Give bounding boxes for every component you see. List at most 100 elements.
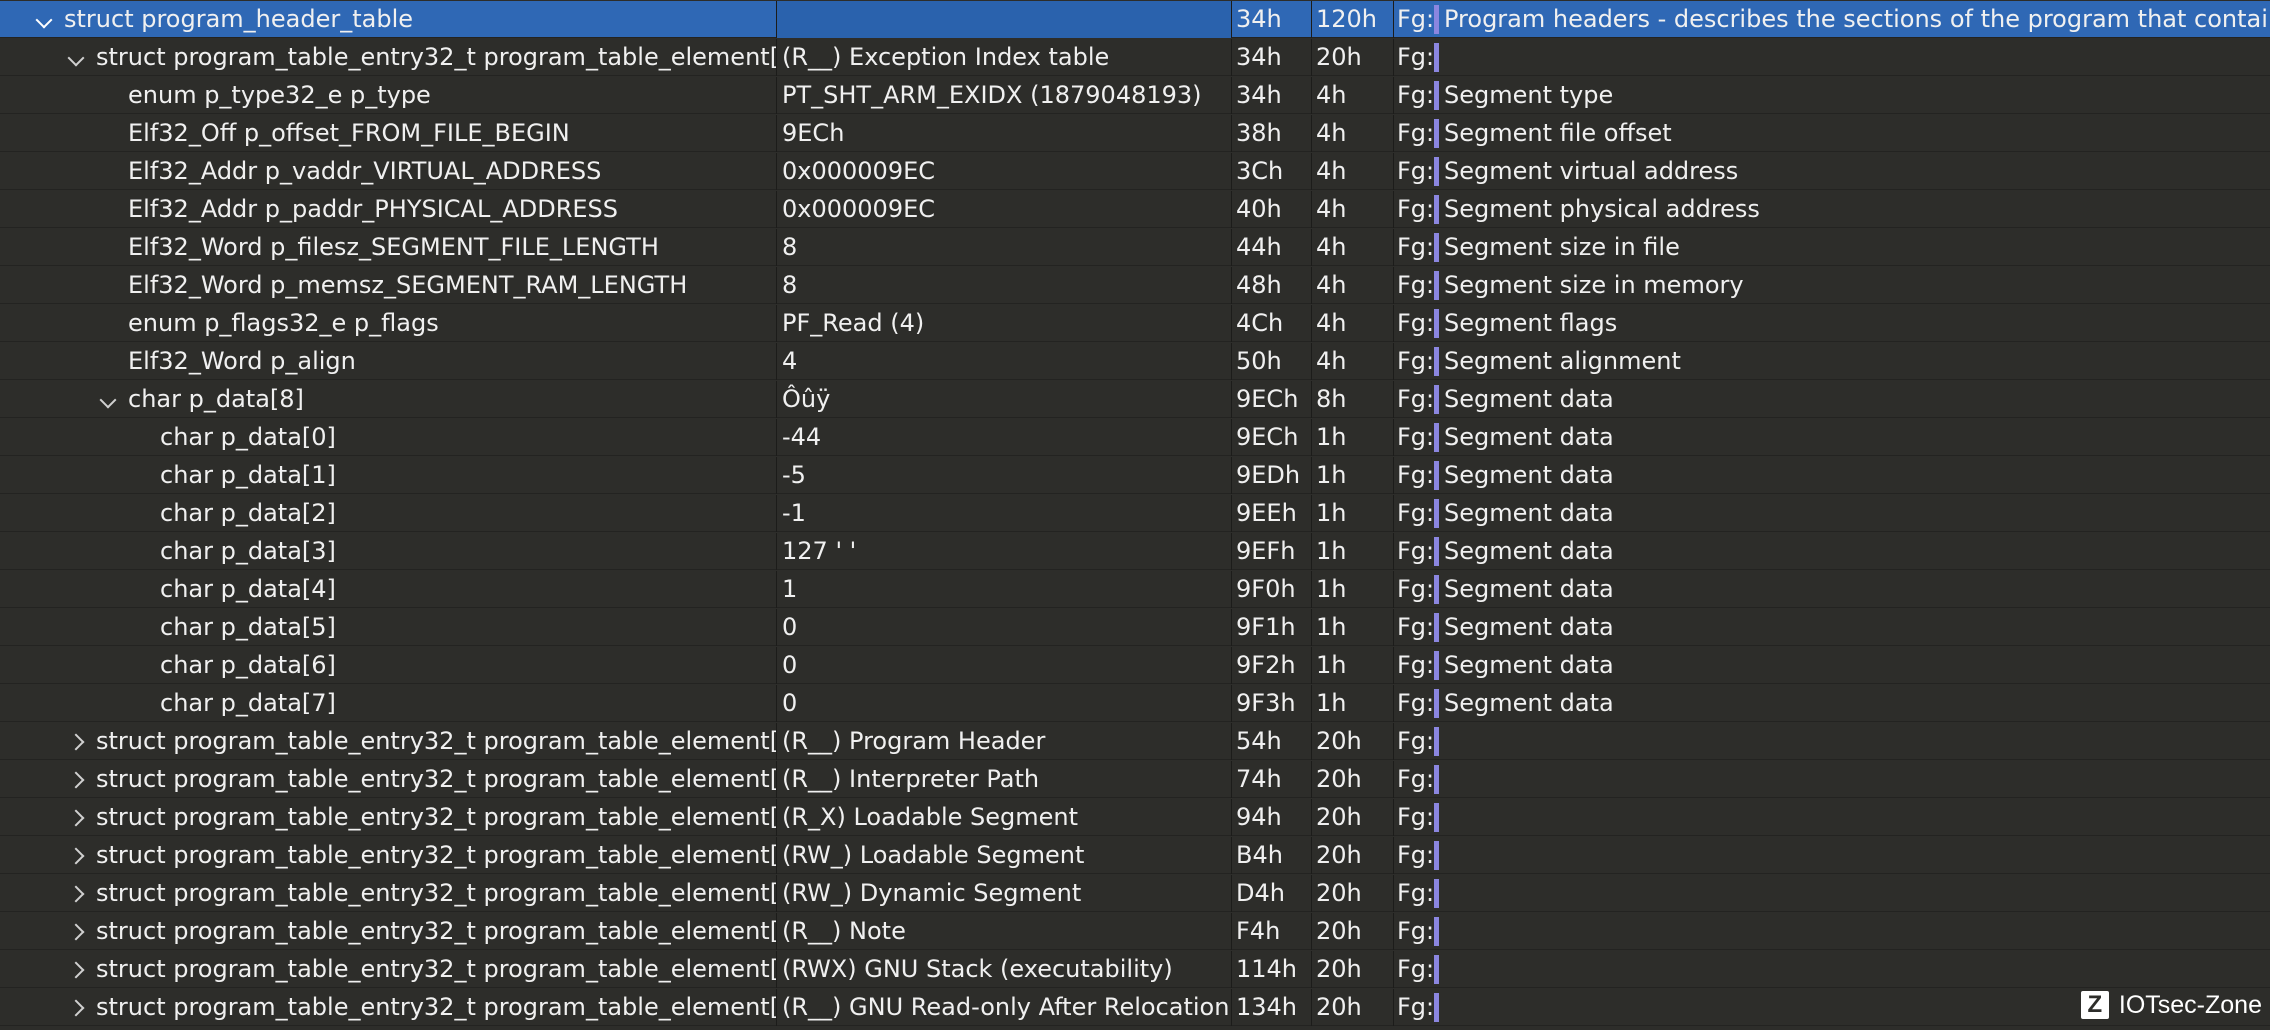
- size-cell: 1h: [1312, 457, 1394, 494]
- table-row[interactable]: struct program_header_table 34h 120h Fg: Pro…: [0, 1, 2270, 38]
- color-cell: Fg:: [1397, 955, 1435, 983]
- table-row[interactable]: enum p_flags32_e p_flags PF_Read (4) 4Ch 4h…: [0, 305, 2270, 342]
- table-row[interactable]: struct program_table_entry32_t program_t…: [0, 913, 2270, 950]
- comment-cell: [1439, 39, 2270, 76]
- table-row[interactable]: struct program_table_entry32_t program_t…: [0, 989, 2270, 1026]
- table-row[interactable]: char p_data[0] -44 9ECh 1h Fg: Segment data: [0, 419, 2270, 456]
- comment-cell: [1439, 761, 2270, 798]
- size-cell: 1h: [1312, 609, 1394, 646]
- collapse-chevron-right-icon[interactable]: [64, 761, 88, 798]
- table-row[interactable]: char p_data[7] 0 9F3h 1h Fg: Segment data: [0, 685, 2270, 722]
- table-row[interactable]: Elf32_Word p_align 4 50h 4h Fg: Segment align…: [0, 343, 2270, 380]
- collapse-chevron-right-icon[interactable]: [64, 951, 88, 988]
- color-cell: Fg:: [1397, 271, 1435, 299]
- comment-cell: Segment size in memory: [1444, 271, 1744, 299]
- table-row[interactable]: struct program_table_entry32_t program_t…: [0, 39, 2270, 76]
- name-cell: struct program_table_entry32_t program_t…: [0, 799, 777, 836]
- table-row[interactable]: Elf32_Word p_memsz_SEGMENT_RAM_LENGTH 8 48…: [0, 267, 2270, 304]
- expand-chevron-down-icon[interactable]: [96, 381, 120, 418]
- size-cell: 4h: [1312, 153, 1394, 190]
- table-row[interactable]: struct program_table_entry32_t program_t…: [0, 837, 2270, 874]
- comment-cell: Segment data: [1444, 651, 1614, 679]
- start-cell: B4h: [1232, 837, 1312, 874]
- color-cell: Fg:: [1397, 347, 1435, 375]
- name-cell: char p_data[6]: [0, 647, 777, 684]
- table-row[interactable]: struct program_table_entry32_t program_t…: [0, 875, 2270, 912]
- color-cell: Fg:: [1397, 119, 1435, 147]
- value-cell: 1: [777, 571, 1232, 608]
- name-cell: char p_data[3]: [0, 533, 777, 570]
- size-cell: 1h: [1312, 571, 1394, 608]
- color-cell: Fg:: [1397, 917, 1435, 945]
- row-name-text: struct program_table_entry32_t program_t…: [96, 727, 777, 755]
- table-row[interactable]: char p_data[4] 1 9F0h 1h Fg: Segment data: [0, 571, 2270, 608]
- watermark: Z IOTsec-Zone: [2080, 988, 2262, 1022]
- table-row[interactable]: Elf32_Addr p_paddr_PHYSICAL_ADDRESS 0x000…: [0, 191, 2270, 228]
- table-row[interactable]: Elf32_Off p_offset_FROM_FILE_BEGIN 9ECh 38…: [0, 115, 2270, 152]
- table-row[interactable]: struct program_table_entry32_t program_t…: [0, 761, 2270, 798]
- collapse-chevron-right-icon[interactable]: [64, 723, 88, 760]
- row-name-text: char p_data[2]: [160, 499, 336, 527]
- comment-cell: Segment data: [1444, 499, 1614, 527]
- name-cell: struct program_table_entry32_t program_t…: [0, 913, 777, 950]
- value-cell: -5: [777, 457, 1232, 494]
- row-name-text: Elf32_Addr p_paddr_PHYSICAL_ADDRESS: [128, 195, 619, 223]
- table-row[interactable]: struct program_table_entry32_t program_t…: [0, 799, 2270, 836]
- table-row[interactable]: char p_data[1] -5 9EDh 1h Fg: Segment data: [0, 457, 2270, 494]
- table-row[interactable]: Elf32_Word p_filesz_SEGMENT_FILE_LENGTH 8…: [0, 229, 2270, 266]
- value-cell: 127 ' ': [777, 533, 1232, 570]
- value-cell: (R__) Interpreter Path: [777, 761, 1232, 798]
- start-cell: 9EEh: [1232, 495, 1312, 532]
- table-row[interactable]: struct program_table_entry32_t program_t…: [0, 723, 2270, 760]
- table-row[interactable]: struct program_table_entry32_t program_t…: [0, 951, 2270, 988]
- name-cell: char p_data[2]: [0, 495, 777, 532]
- start-cell: 94h: [1232, 799, 1312, 836]
- expand-chevron-down-icon[interactable]: [64, 39, 88, 76]
- size-cell: 4h: [1312, 115, 1394, 152]
- table-row[interactable]: char p_data[6] 0 9F2h 1h Fg: Segment data: [0, 647, 2270, 684]
- value-cell: 0: [777, 647, 1232, 684]
- size-cell: 20h: [1312, 39, 1394, 76]
- table-row[interactable]: char p_data[8] Ôûÿ 9ECh 8h Fg: Segment data: [0, 381, 2270, 418]
- value-cell: PF_Read (4): [777, 305, 1232, 342]
- comment-cell: Segment file offset: [1444, 119, 1672, 147]
- expand-chevron-down-icon[interactable]: [32, 1, 56, 38]
- collapse-chevron-right-icon[interactable]: [64, 837, 88, 874]
- row-name-text: Elf32_Off p_offset_FROM_FILE_BEGIN: [128, 119, 570, 147]
- collapse-chevron-right-icon[interactable]: [64, 913, 88, 950]
- name-cell: char p_data[8]: [0, 381, 777, 418]
- name-cell: Elf32_Word p_align: [0, 343, 777, 380]
- comment-cell: Segment data: [1444, 689, 1614, 717]
- value-cell: 8: [777, 229, 1232, 266]
- comment-cell: [1439, 723, 2270, 760]
- collapse-chevron-right-icon[interactable]: [64, 989, 88, 1026]
- row-name-text: struct program_table_entry32_t program_t…: [96, 879, 777, 907]
- comment-cell: Segment alignment: [1444, 347, 1681, 375]
- color-cell: Fg:: [1397, 689, 1435, 717]
- value-cell: 4: [777, 343, 1232, 380]
- table-row[interactable]: char p_data[5] 0 9F1h 1h Fg: Segment data: [0, 609, 2270, 646]
- row-name-text: Elf32_Word p_filesz_SEGMENT_FILE_LENGTH: [128, 233, 659, 261]
- start-cell: D4h: [1232, 875, 1312, 912]
- size-cell: 20h: [1312, 913, 1394, 950]
- table-row[interactable]: enum p_type32_e p_type PT_SHT_ARM_EXIDX (…: [0, 77, 2270, 114]
- row-name-text: struct program_table_entry32_t program_t…: [96, 43, 777, 71]
- start-cell: 48h: [1232, 267, 1312, 304]
- start-cell: 9F1h: [1232, 609, 1312, 646]
- comment-cell: Segment size in file: [1444, 233, 1680, 261]
- table-row[interactable]: char p_data[3] 127 ' ' 9EFh 1h Fg: Segment da…: [0, 533, 2270, 570]
- collapse-chevron-right-icon[interactable]: [64, 799, 88, 836]
- start-cell: F4h: [1232, 913, 1312, 950]
- row-name-text: enum p_type32_e p_type: [128, 81, 431, 109]
- watermark-text: IOTsec-Zone: [2118, 990, 2262, 1019]
- row-name-text: char p_data[6]: [160, 651, 336, 679]
- start-cell: 9F3h: [1232, 685, 1312, 722]
- collapse-chevron-right-icon[interactable]: [64, 875, 88, 912]
- table-row[interactable]: char p_data[2] -1 9EEh 1h Fg: Segment data: [0, 495, 2270, 532]
- name-cell: Elf32_Addr p_paddr_PHYSICAL_ADDRESS: [0, 191, 777, 228]
- row-name-text: struct program_table_entry32_t program_t…: [96, 993, 777, 1021]
- table-row[interactable]: Elf32_Addr p_vaddr_VIRTUAL_ADDRESS 0x0000…: [0, 153, 2270, 190]
- row-name-text: Elf32_Addr p_vaddr_VIRTUAL_ADDRESS: [128, 157, 602, 185]
- start-cell: 50h: [1232, 343, 1312, 380]
- comment-cell: [1439, 951, 2270, 988]
